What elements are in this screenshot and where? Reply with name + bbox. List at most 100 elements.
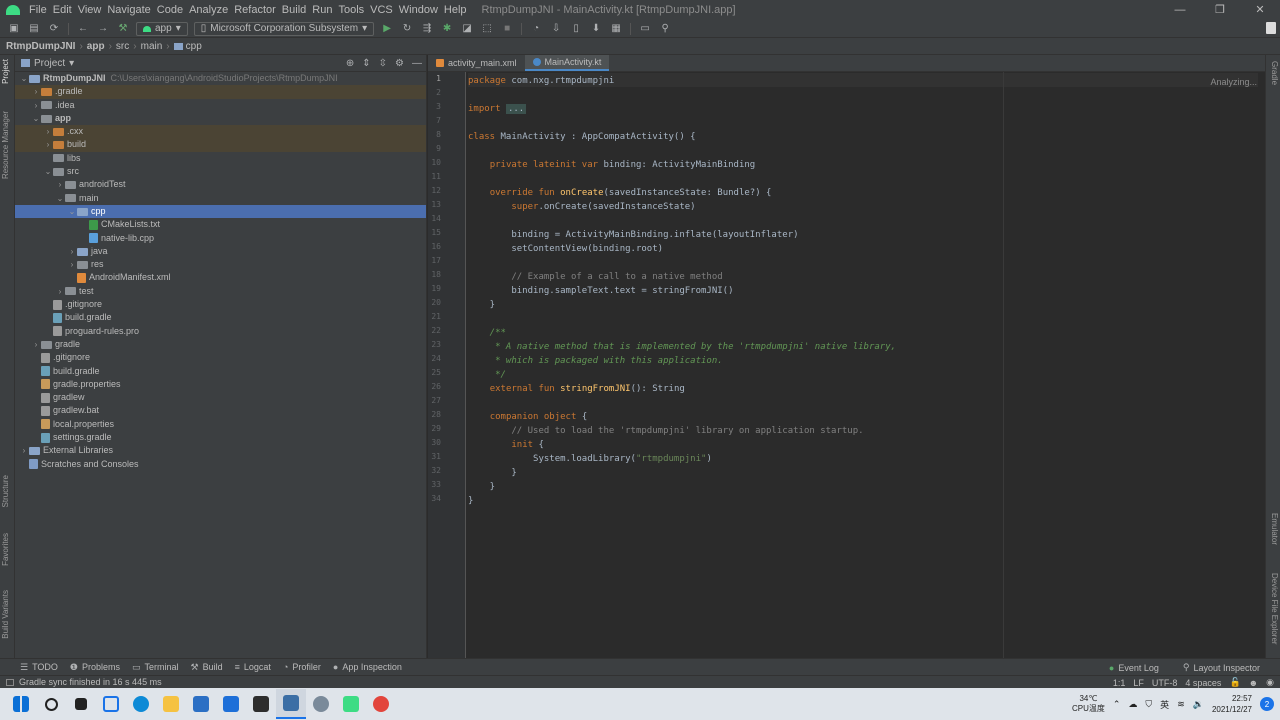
- menu-build[interactable]: Build: [279, 4, 309, 16]
- project-tool-tab[interactable]: Project: [1, 59, 10, 84]
- account-icon[interactable]: [1266, 22, 1276, 34]
- project-structure-icon[interactable]: ▭: [637, 22, 653, 36]
- tree-item[interactable]: native-lib.cpp: [15, 232, 426, 245]
- minimize-button[interactable]: —: [1160, 0, 1200, 20]
- edge-button[interactable]: [126, 689, 156, 719]
- debug-icon[interactable]: ✱: [439, 22, 455, 36]
- todo-tool-button[interactable]: ☰ TODO: [20, 662, 58, 673]
- tree-item[interactable]: › .cxx: [15, 125, 426, 139]
- menu-tools[interactable]: Tools: [335, 4, 367, 16]
- chevron-right-icon[interactable]: ›: [55, 285, 65, 298]
- menu-help[interactable]: Help: [441, 4, 470, 16]
- menu-file[interactable]: File: [26, 4, 50, 16]
- rerun-icon[interactable]: ↻: [399, 22, 415, 36]
- memory-icon[interactable]: ◉: [1266, 677, 1274, 688]
- tree-item[interactable]: gradle.properties: [15, 378, 426, 391]
- profile-icon[interactable]: ◔: [528, 22, 544, 36]
- file-explorer-button[interactable]: [156, 689, 186, 719]
- event-log-button[interactable]: ● Event Log: [1109, 663, 1159, 673]
- tree-item[interactable]: › .idea: [15, 99, 426, 112]
- ime-indicator[interactable]: 英: [1160, 698, 1169, 711]
- inspection-icon[interactable]: ☻: [1249, 678, 1258, 688]
- search-button[interactable]: [36, 689, 66, 719]
- mail-button[interactable]: [216, 689, 246, 719]
- tree-item[interactable]: proguard-rules.pro: [15, 325, 426, 338]
- editor-tab[interactable]: MainActivity.kt: [524, 55, 610, 71]
- folded-imports[interactable]: ...: [505, 104, 527, 114]
- chevron-right-icon[interactable]: ›: [55, 178, 65, 191]
- chevron-down-icon[interactable]: ⌄: [43, 165, 53, 178]
- project-view-selector[interactable]: Project: [34, 58, 65, 69]
- gear-icon[interactable]: ⚙: [395, 58, 404, 69]
- chevron-right-icon[interactable]: ›: [19, 444, 29, 457]
- menu-navigate[interactable]: Navigate: [104, 4, 153, 16]
- tree-item[interactable]: local.properties: [15, 418, 426, 431]
- emulator-tool-tab[interactable]: Emulator: [1270, 513, 1279, 545]
- open-folder-icon[interactable]: ▣: [6, 22, 22, 36]
- clock[interactable]: 22:57 2021/12/27: [1212, 693, 1252, 715]
- avd-manager-icon[interactable]: ▯: [568, 22, 584, 36]
- structure-tool-tab[interactable]: Structure: [1, 475, 10, 507]
- tree-item[interactable]: gradlew.bat: [15, 404, 426, 417]
- tree-item[interactable]: build.gradle: [15, 365, 426, 378]
- settings-button[interactable]: [306, 689, 336, 719]
- chevron-down-icon[interactable]: ⌄: [55, 192, 65, 205]
- tree-item[interactable]: › External Libraries: [15, 444, 426, 457]
- chevron-down-icon[interactable]: ⌄: [31, 112, 41, 125]
- tree-item[interactable]: ⌄ cpp: [15, 204, 426, 219]
- volume-icon[interactable]: 🔉: [1193, 699, 1204, 710]
- chevron-down-icon[interactable]: ⌄: [67, 205, 77, 218]
- menu-analyze[interactable]: Analyze: [186, 4, 231, 16]
- gradle-sync-icon[interactable]: ⇩: [548, 22, 564, 36]
- tree-item[interactable]: › build: [15, 138, 426, 152]
- tree-item[interactable]: › test: [15, 285, 426, 298]
- device-file-explorer-tool-tab[interactable]: Device File Explorer: [1270, 573, 1279, 645]
- store-button[interactable]: [186, 689, 216, 719]
- problems-tool-button[interactable]: ❶ Problems: [70, 662, 120, 673]
- maximize-button[interactable]: ❐: [1200, 0, 1240, 20]
- back-icon[interactable]: ←: [75, 22, 91, 36]
- run-icon[interactable]: ▶: [379, 22, 395, 36]
- tree-item[interactable]: AndroidManifest.xml: [15, 271, 426, 284]
- close-button[interactable]: ✕: [1240, 0, 1280, 20]
- code-area[interactable]: package com.nxg.rtmpdumpjni import ... cla…: [468, 72, 1258, 658]
- chevron-right-icon[interactable]: ›: [31, 99, 41, 112]
- wifi-icon[interactable]: ≋: [1177, 699, 1185, 710]
- tree-item[interactable]: ⌄ src: [15, 165, 426, 178]
- tree-item[interactable]: .gitignore: [15, 351, 426, 364]
- breadcrumb-item[interactable]: cpp: [186, 41, 202, 52]
- chevron-right-icon[interactable]: ›: [31, 338, 41, 351]
- notification-badge[interactable]: 2: [1260, 697, 1274, 711]
- menu-edit[interactable]: Edit: [50, 4, 75, 16]
- android-app-button[interactable]: [336, 689, 366, 719]
- profiler-tool-button[interactable]: ◔ Profiler: [283, 662, 321, 673]
- chevron-right-icon[interactable]: ›: [67, 245, 77, 258]
- tree-item[interactable]: .gitignore: [15, 298, 426, 311]
- breadcrumb-item[interactable]: RtmpDumpJNI: [6, 41, 75, 52]
- run-config-dropdown[interactable]: app ▾: [136, 21, 188, 36]
- terminal-button[interactable]: [246, 689, 276, 719]
- coverage-icon[interactable]: ◪: [459, 22, 475, 36]
- menu-run[interactable]: Run: [309, 4, 335, 16]
- resource-manager-tool-tab[interactable]: Resource Manager: [1, 111, 10, 179]
- status-toggle-icon[interactable]: [6, 678, 14, 686]
- attach-debugger-icon[interactable]: ⬚: [479, 22, 495, 36]
- chevron-right-icon[interactable]: ›: [43, 125, 53, 138]
- apply-changes-icon[interactable]: ⇶: [419, 22, 435, 36]
- android-studio-button[interactable]: [276, 689, 306, 719]
- chevron-right-icon[interactable]: ›: [67, 258, 77, 271]
- collapse-all-icon[interactable]: ⇳: [379, 58, 387, 69]
- hide-icon[interactable]: —: [412, 58, 422, 69]
- tree-item[interactable]: ⌄ app: [15, 112, 426, 125]
- tree-item[interactable]: ⌄ RtmpDumpJNI C:\Users\xiangang\AndroidStu…: [15, 72, 426, 85]
- build-hammer-icon[interactable]: ⚒: [115, 22, 131, 36]
- sdk-manager-icon[interactable]: ⬇: [588, 22, 604, 36]
- tree-item[interactable]: build.gradle: [15, 311, 426, 324]
- tree-item[interactable]: settings.gradle: [15, 431, 426, 444]
- save-all-icon[interactable]: ▤: [26, 22, 42, 36]
- expand-all-icon[interactable]: ⇕: [362, 58, 370, 69]
- menu-refactor[interactable]: Refactor: [231, 4, 279, 16]
- menu-view[interactable]: View: [75, 4, 105, 16]
- menu-vcs[interactable]: VCS: [367, 4, 396, 16]
- breadcrumb-item[interactable]: main: [141, 41, 163, 52]
